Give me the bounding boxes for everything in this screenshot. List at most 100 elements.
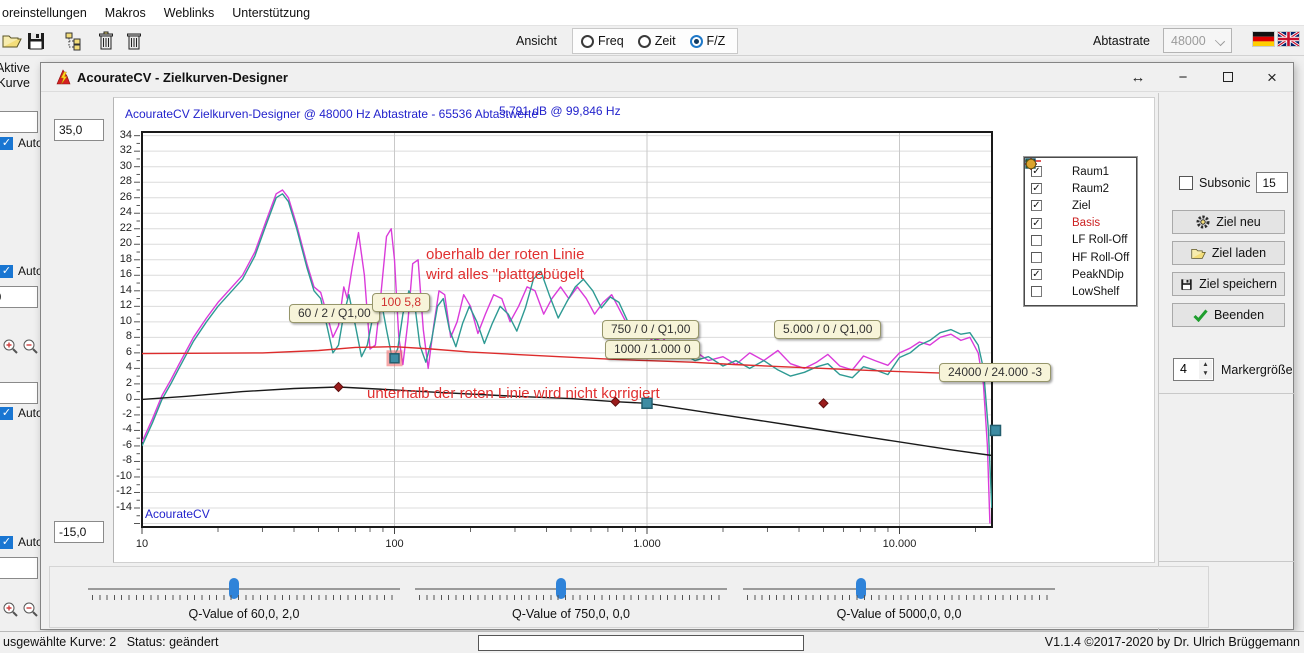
y-axis-tick-label: -2: [110, 408, 132, 420]
app-logo-icon: [55, 69, 72, 86]
radio-fz[interactable]: F/Z: [690, 34, 726, 48]
auto-checkbox-3[interactable]: ✓ Auto: [0, 406, 40, 420]
marker-tooltip: 100 5,8: [372, 293, 430, 312]
radio-freq[interactable]: Freq: [581, 34, 624, 48]
y-axis-tick-label: 16: [110, 268, 132, 280]
zoom-in-icon[interactable]: [2, 601, 19, 618]
x-axis-tick-label: 100: [385, 538, 403, 550]
legend-checkbox[interactable]: [1031, 286, 1042, 297]
ziel-speichern-button[interactable]: Ziel speichern: [1172, 272, 1285, 296]
legend-checkbox[interactable]: ✓: [1031, 200, 1042, 211]
legend-label: Raum2: [1072, 183, 1109, 195]
legend-label: PeakNDip: [1072, 269, 1124, 281]
chart-annotation: unterhalb der roten Linie wird nicht kor…: [367, 384, 660, 404]
selected-marker[interactable]: [390, 354, 399, 363]
marker-tooltip: 24000 / 24.000 -3: [939, 363, 1051, 382]
chart-ymax-input[interactable]: 35,0: [54, 119, 104, 141]
axis-min-input-1[interactable]: 35.0: [0, 286, 38, 308]
auto-label: Auto: [18, 406, 40, 420]
folder-open-icon: [1191, 247, 1206, 260]
y-axis-tick-label: 10: [110, 315, 132, 327]
y-axis-tick-label: 22: [110, 222, 132, 234]
legend-checkbox[interactable]: ✓: [1031, 183, 1042, 194]
slider-track[interactable]: [415, 588, 727, 590]
peakndip-marker[interactable]: [819, 399, 828, 408]
x-axis-tick-label: 10: [136, 538, 148, 550]
radio-fz-dot[interactable]: [690, 35, 703, 48]
menu-item-unterstuetzung[interactable]: Unterstützung: [223, 2, 319, 24]
chart-panel: AcourateCV Zielkurven-Designer @ 48000 H…: [113, 97, 1155, 563]
slider-label: Q-Value of 750,0, 0,0: [512, 607, 630, 621]
delete-all-icon[interactable]: [124, 31, 144, 51]
menu-bar: oreinstellungen Makros Weblinks Unterstü…: [0, 0, 1304, 25]
checked-icon: ✓: [0, 536, 13, 549]
beenden-label: Beenden: [1214, 308, 1264, 322]
slider-label: Q-Value of 5000,0, 0,0: [837, 607, 962, 621]
menu-item-voreinstellungen[interactable]: oreinstellungen: [0, 2, 96, 24]
window-titlebar[interactable]: AcourateCV - Zielkurven-Designer ↔ − ×: [41, 63, 1293, 92]
german-flag-icon[interactable]: [1253, 32, 1274, 46]
uk-flag-icon[interactable]: [1278, 32, 1299, 46]
slider-track[interactable]: [88, 588, 400, 590]
y-axis-tick-label: -4: [110, 423, 132, 435]
version-text: V1.1.4 ©2017-2020 by Dr. Ulrich Brüggema…: [1045, 635, 1300, 649]
subsonic-checkbox[interactable]: [1179, 176, 1193, 190]
legend-item-raum2: ✓ Raum2: [1031, 180, 1129, 197]
subsonic-row: Subsonic 15: [1179, 172, 1288, 193]
axis-max-input-2[interactable]: .0: [0, 382, 38, 404]
marker-size-spinner[interactable]: 4 ▲ ▼: [1173, 358, 1214, 381]
legend-label: Raum1: [1072, 166, 1109, 178]
abtastrate-dropdown[interactable]: 48000: [1163, 28, 1232, 53]
axis-max-input-1[interactable]: 5.0: [0, 111, 38, 133]
radio-freq-label: Freq: [598, 34, 624, 48]
toolbar: Ansicht Freq Zeit F/Z Abtastrate 48000: [0, 25, 1304, 56]
axis-min-input-2[interactable]: 1.0: [0, 557, 38, 579]
status-progress-box: [478, 635, 804, 651]
save-icon[interactable]: [26, 31, 46, 51]
marker-tooltip: 750 / 0 / Q1,00: [602, 320, 699, 339]
y-axis-tick-label: 20: [110, 237, 132, 249]
basis-marker[interactable]: [991, 425, 1001, 435]
open-file-icon[interactable]: [2, 31, 22, 51]
y-axis-tick-label: 32: [110, 144, 132, 156]
y-axis-tick-label: 8: [110, 330, 132, 342]
menu-item-makros[interactable]: Makros: [96, 2, 155, 24]
ziel-neu-button[interactable]: Ziel neu: [1172, 210, 1285, 234]
y-axis-tick-label: 30: [110, 160, 132, 172]
legend-checkbox[interactable]: ✓: [1031, 218, 1042, 229]
chart-watermark: AcourateCV: [145, 507, 210, 521]
radio-zeit[interactable]: Zeit: [638, 34, 676, 48]
radio-freq-dot[interactable]: [581, 35, 594, 48]
spinner-down-icon[interactable]: ▼: [1199, 369, 1212, 379]
checked-icon: ✓: [0, 265, 13, 278]
zoom-in-icon[interactable]: [2, 338, 19, 355]
legend-checkbox[interactable]: [1031, 235, 1042, 246]
checked-icon: ✓: [0, 407, 13, 420]
legend-label: LF Roll-Off: [1072, 234, 1127, 246]
minimize-button[interactable]: −: [1168, 66, 1198, 89]
close-button[interactable]: ×: [1257, 66, 1287, 89]
zoom-out-icon[interactable]: [22, 601, 39, 618]
legend-checkbox[interactable]: [1031, 252, 1042, 263]
slider-ticks: [747, 595, 1051, 600]
legend-checkbox[interactable]: ✓: [1031, 269, 1042, 280]
maximize-button[interactable]: [1213, 66, 1243, 89]
auto-checkbox-2[interactable]: ✓Auto: [0, 264, 40, 278]
y-axis-tick-label: 0: [110, 392, 132, 404]
beenden-button[interactable]: Beenden: [1172, 303, 1285, 327]
legend-item-ziel: ✓Ziel: [1031, 197, 1129, 214]
slider-label: Q-Value of 60,0, 2,0: [189, 607, 300, 621]
auto-checkbox-1[interactable]: ✓Auto: [0, 136, 40, 150]
menu-item-weblinks[interactable]: Weblinks: [155, 2, 223, 24]
curve-tree-icon[interactable]: [64, 31, 84, 51]
delete-curve-icon[interactable]: [96, 31, 116, 51]
subsonic-input[interactable]: 15: [1256, 172, 1288, 193]
radio-zeit-dot[interactable]: [638, 35, 651, 48]
zoom-out-icon[interactable]: [22, 338, 39, 355]
chart-ymin-input[interactable]: -15,0: [54, 521, 104, 543]
auto-checkbox-4[interactable]: ✓Auto: [0, 535, 40, 549]
y-axis-tick-label: 6: [110, 346, 132, 358]
slider-track[interactable]: [743, 588, 1055, 590]
ziel-laden-button[interactable]: Ziel laden: [1172, 241, 1285, 265]
resize-button[interactable]: ↔: [1123, 66, 1153, 89]
